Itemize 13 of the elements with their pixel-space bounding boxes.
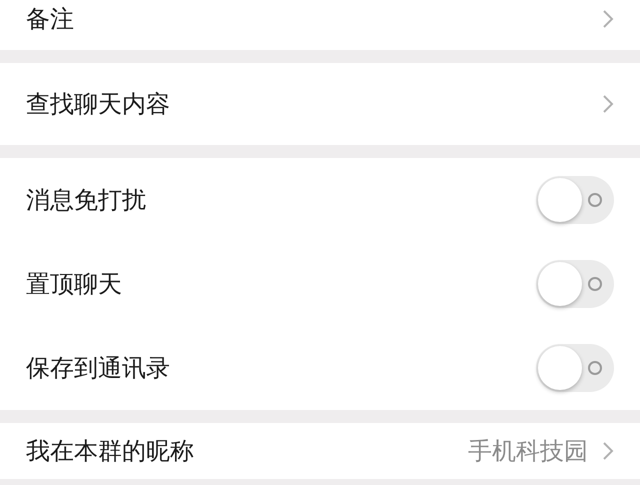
chevron-right-icon <box>602 94 614 114</box>
row-label: 消息免打扰 <box>26 185 147 216</box>
chevron-right-icon <box>602 441 614 461</box>
chevron-right-icon <box>602 9 614 29</box>
row-label: 查找聊天内容 <box>26 89 171 120</box>
row-value: 手机科技园 <box>468 436 588 467</box>
toggle-switch[interactable] <box>536 344 614 392</box>
row-label: 备注 <box>26 4 75 35</box>
toggle-switch[interactable] <box>536 176 614 224</box>
row-label: 我在本群的昵称 <box>26 436 195 467</box>
row-label: 置顶聊天 <box>26 269 123 300</box>
row-label: 保存到通讯录 <box>26 353 171 384</box>
toggle-switch[interactable] <box>536 260 614 308</box>
